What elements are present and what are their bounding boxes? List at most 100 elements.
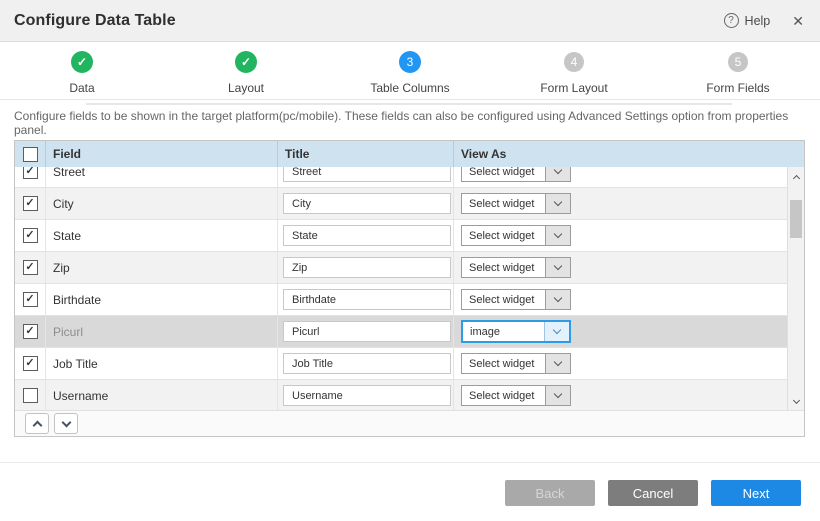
row-checkbox[interactable]: ✓ [23, 356, 38, 371]
row-title-input[interactable] [283, 167, 451, 182]
chevron-down-icon[interactable] [545, 226, 570, 245]
stepper-step[interactable]: 5 Form Fields [656, 42, 820, 99]
step-badge: ✓ [71, 51, 93, 73]
row-widget-select[interactable]: Select widget [461, 353, 571, 374]
step-badge: 3 [399, 51, 421, 73]
step-badge: 4 [564, 52, 584, 72]
row-widget-select[interactable]: Select widget [461, 167, 571, 182]
row-checkbox[interactable] [23, 388, 38, 403]
row-widget-select[interactable]: image [461, 320, 571, 343]
table-row: ✓ Birthdate Select widget [15, 284, 787, 316]
back-button[interactable]: Back [505, 480, 595, 506]
row-widget-select[interactable]: Select widget [461, 257, 571, 278]
chevron-down-icon[interactable] [545, 290, 570, 309]
scroll-down-icon[interactable] [788, 398, 804, 403]
chevron-down-icon[interactable] [545, 194, 570, 213]
step-badge-text: 5 [735, 55, 742, 69]
vertical-scrollbar[interactable] [787, 167, 804, 410]
stepper-step[interactable]: ✓ Data [0, 42, 164, 99]
step-badge-text: 4 [571, 55, 578, 69]
help-button[interactable]: ? Help [724, 13, 771, 28]
chevron-down-icon[interactable] [544, 322, 569, 341]
check-icon: ✓ [25, 167, 34, 177]
chevron-down-icon[interactable] [545, 167, 570, 181]
row-widget-value: Select widget [462, 386, 545, 405]
column-header-view-as: View As [454, 141, 804, 167]
row-field-label: Username [53, 389, 108, 403]
scroll-up-icon[interactable] [788, 174, 804, 181]
step-badge: 5 [728, 52, 748, 72]
step-label: Form Layout [540, 81, 607, 95]
table-rows: ✓ Street Select widget ✓ City Select wid… [15, 167, 787, 410]
table-row: Username Select widget [15, 380, 787, 410]
table-row: ✓ Zip Select widget [15, 252, 787, 284]
table-footer [15, 410, 804, 436]
stepper-step[interactable]: 4 Form Layout [492, 42, 656, 99]
row-widget-value: Select widget [462, 290, 545, 309]
chevron-down-icon[interactable] [545, 386, 570, 405]
row-field-label: Picurl [53, 325, 83, 339]
row-title-input[interactable] [283, 289, 451, 310]
step-badge-text: ✓ [241, 55, 251, 69]
row-widget-select[interactable]: Select widget [461, 289, 571, 310]
step-badge-text: 3 [407, 55, 414, 69]
table-row: ✓ Picurl image [15, 316, 787, 348]
dialog-title: Configure Data Table [14, 12, 176, 30]
close-icon[interactable]: ✕ [792, 14, 804, 28]
next-button[interactable]: Next [711, 480, 801, 506]
fields-table: Field Title View As ✓ Street Select widg… [14, 140, 805, 437]
row-checkbox[interactable]: ✓ [23, 228, 38, 243]
row-title-input[interactable] [283, 353, 451, 374]
column-header-title: Title [278, 141, 454, 167]
row-title-input[interactable] [283, 225, 451, 246]
move-down-button[interactable] [54, 413, 78, 434]
row-title-input[interactable] [283, 257, 451, 278]
row-checkbox[interactable]: ✓ [23, 167, 38, 179]
config-description: Configure fields to be shown in the targ… [14, 109, 806, 137]
row-checkbox[interactable]: ✓ [23, 260, 38, 275]
stepper-step[interactable]: 3 Table Columns [328, 42, 492, 99]
cancel-button[interactable]: Cancel [608, 480, 698, 506]
row-field-label: Street [53, 167, 85, 179]
row-widget-value: Select widget [462, 226, 545, 245]
check-icon: ✓ [25, 326, 34, 337]
step-label: Form Fields [706, 81, 769, 95]
check-icon: ✓ [25, 198, 34, 209]
check-icon: ✓ [25, 294, 34, 305]
row-checkbox[interactable]: ✓ [23, 292, 38, 307]
table-body-viewport: ✓ Street Select widget ✓ City Select wid… [15, 167, 804, 410]
row-field-label: Job Title [53, 357, 98, 371]
table-row: ✓ Street Select widget [15, 167, 787, 188]
chevron-down-icon [61, 417, 71, 427]
row-widget-value: Select widget [462, 194, 545, 213]
chevron-down-icon[interactable] [545, 354, 570, 373]
dialog-titlebar: Configure Data Table ? Help ✕ [0, 0, 820, 42]
move-up-button[interactable] [25, 413, 49, 434]
wizard-stepper: ✓ Data ✓ Layout 3 Table Columns 4 Form L… [0, 42, 820, 100]
row-title-input[interactable] [283, 385, 451, 406]
chevron-down-icon[interactable] [545, 258, 570, 277]
dialog-actions: Back Cancel Next [492, 480, 801, 506]
table-row: ✓ City Select widget [15, 188, 787, 220]
row-field-label: Birthdate [53, 293, 101, 307]
footer-divider [0, 462, 820, 463]
column-header-field: Field [46, 141, 278, 167]
row-title-input[interactable] [283, 193, 451, 214]
scrollbar-thumb[interactable] [790, 200, 802, 238]
row-checkbox[interactable]: ✓ [23, 196, 38, 211]
row-title-input[interactable] [283, 321, 451, 342]
check-icon: ✓ [25, 358, 34, 369]
stepper-connector-line [86, 103, 732, 105]
step-label: Layout [228, 81, 264, 95]
row-widget-value: Select widget [462, 354, 545, 373]
select-all-checkbox[interactable] [23, 147, 38, 162]
row-widget-select[interactable]: Select widget [461, 193, 571, 214]
row-widget-select[interactable]: Select widget [461, 225, 571, 246]
check-icon: ✓ [25, 230, 34, 241]
row-checkbox[interactable]: ✓ [23, 324, 38, 339]
table-row: ✓ Job Title Select widget [15, 348, 787, 380]
stepper-step[interactable]: ✓ Layout [164, 42, 328, 99]
row-field-label: Zip [53, 261, 70, 275]
row-widget-value: image [463, 322, 544, 341]
row-widget-select[interactable]: Select widget [461, 385, 571, 406]
